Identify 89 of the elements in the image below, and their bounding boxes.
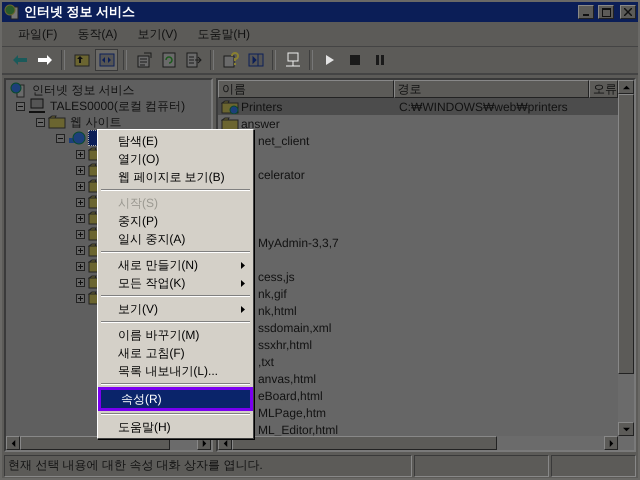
file-name[interactable]: MyAdmin-3,3,7 xyxy=(258,236,339,250)
expand-icon[interactable] xyxy=(76,262,85,270)
pause-icon xyxy=(374,55,384,65)
menu-item[interactable]: 속성(R) xyxy=(101,390,250,408)
status-text: 현재 선택 내용에 대한 속성 대화 상자를 엽니다. xyxy=(4,455,412,477)
collapse-icon[interactable] xyxy=(56,134,65,142)
app-icon xyxy=(4,4,20,20)
tree-item[interactable]: 인터넷 정보 서비스 xyxy=(30,82,137,98)
toolbar-button[interactable] xyxy=(95,49,118,71)
arrow-icon xyxy=(622,84,630,90)
column-header[interactable]: 이름 xyxy=(218,80,394,98)
refresh-icon xyxy=(162,52,176,68)
menu-item[interactable]: 새로 고침(F) xyxy=(98,344,253,362)
stop-icon xyxy=(350,55,360,65)
file-name[interactable]: nk,gif xyxy=(258,286,287,300)
file-name[interactable]: cess,js xyxy=(258,270,295,284)
menu-item[interactable]: 목록 내보내기(L)... xyxy=(98,362,253,380)
menu-item[interactable]: 웹 페이지로 보기(B) xyxy=(98,168,253,186)
horizontal-scrollbar[interactable] xyxy=(218,436,634,450)
expand-icon[interactable] xyxy=(76,278,85,286)
forward-arrow-icon xyxy=(36,54,52,66)
file-name[interactable]: ,txt xyxy=(258,354,274,368)
export-list-icon xyxy=(186,52,202,68)
menu-item[interactable]: 파일(F) xyxy=(8,26,68,42)
expand-icon[interactable] xyxy=(76,246,85,254)
help-icon xyxy=(222,52,238,68)
close-icon xyxy=(624,8,632,16)
collapse-icon[interactable] xyxy=(16,102,25,110)
file-name[interactable]: MLPage,htm xyxy=(258,406,326,420)
menu-item[interactable]: 도움말(H) xyxy=(98,418,253,436)
column-header[interactable]: 경로 xyxy=(394,80,589,98)
expand-icon[interactable] xyxy=(76,150,85,158)
arrow-icon xyxy=(622,426,630,432)
back-arrow-icon xyxy=(12,54,28,66)
menu-item[interactable]: 열기(O) xyxy=(98,150,253,168)
play-icon xyxy=(324,54,334,66)
vertical-scrollbar[interactable] xyxy=(618,80,634,436)
maximize-icon xyxy=(602,8,610,16)
arrow-icon xyxy=(10,440,16,446)
properties-icon xyxy=(136,52,152,68)
path-cell: C:₩WINDOWS₩web₩printers xyxy=(399,100,568,114)
expand-icon[interactable] xyxy=(76,214,85,222)
file-name[interactable]: net_client xyxy=(258,134,310,148)
expand-icon[interactable] xyxy=(76,182,85,190)
tree-pane-icon xyxy=(98,53,114,67)
menu-item[interactable]: 보기(V) xyxy=(127,26,188,42)
menu-item[interactable]: 동작(A) xyxy=(67,26,128,42)
computer-icon xyxy=(284,52,300,68)
arrow-icon xyxy=(608,440,614,446)
expand-icon[interactable] xyxy=(76,198,85,206)
up-folder-icon xyxy=(74,53,90,67)
menu-item[interactable]: 탐색(E) xyxy=(98,132,253,150)
collapse-icon[interactable] xyxy=(36,118,45,126)
submenu-arrow-icon xyxy=(241,280,245,286)
close-button[interactable] xyxy=(620,5,636,19)
window-title: 인터넷 정보 서비스 xyxy=(24,3,136,21)
web-folder-icon xyxy=(221,100,239,114)
folder-icon xyxy=(48,115,66,129)
submenu-arrow-icon xyxy=(241,306,245,312)
panel-icon xyxy=(248,53,264,67)
tree-item[interactable]: TALES0000(로컬 컴퓨터) xyxy=(48,98,188,114)
submenu-arrow-icon xyxy=(241,262,245,268)
menu-item[interactable]: 중지(P) xyxy=(98,212,253,230)
menu-item[interactable]: 일시 중지(A) xyxy=(98,230,253,248)
globe-icon xyxy=(68,130,86,146)
computer-icon xyxy=(28,98,46,114)
tree-item[interactable]: 웹 사이트 xyxy=(68,114,124,130)
file-name[interactable]: nk,html xyxy=(258,304,297,318)
menu-item[interactable]: 새로 만들기(N) xyxy=(98,256,253,274)
arrow-icon xyxy=(222,440,228,446)
file-name[interactable]: answer xyxy=(241,116,280,130)
file-name[interactable]: celerator xyxy=(258,168,305,182)
folder-icon xyxy=(221,116,239,130)
file-name[interactable]: anvas,html xyxy=(258,372,316,386)
file-name[interactable]: eBoard,html xyxy=(258,388,323,402)
menu-item[interactable]: 이름 바꾸기(M) xyxy=(98,326,253,344)
menu-item[interactable]: 보기(V) xyxy=(98,300,253,318)
file-name[interactable]: ssdomain,xml xyxy=(258,320,332,334)
maximize-button[interactable] xyxy=(598,5,614,19)
expand-icon[interactable] xyxy=(76,166,85,174)
file-name[interactable]: ssxhr,html xyxy=(258,338,312,352)
minimize-button[interactable] xyxy=(578,5,594,19)
menu-item[interactable]: 모든 작업(K) xyxy=(98,274,253,292)
column-header[interactable]: 오류 xyxy=(589,80,618,98)
file-name[interactable]: ML_Editor,html xyxy=(258,422,338,436)
expand-icon[interactable] xyxy=(76,294,85,302)
file-name[interactable]: Printers xyxy=(241,100,282,114)
menu-item[interactable]: 도움말(H) xyxy=(187,26,260,42)
expand-icon[interactable] xyxy=(76,230,85,238)
